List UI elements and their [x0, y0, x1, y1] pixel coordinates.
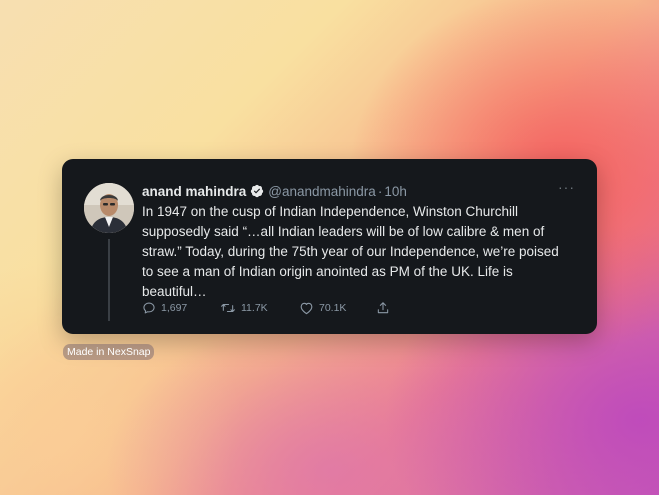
avatar[interactable]	[84, 183, 134, 233]
retweet-icon	[221, 303, 235, 313]
avatar-image	[84, 183, 134, 233]
like-count: 70.1K	[319, 302, 347, 314]
author-name[interactable]: anand mahindra	[142, 184, 246, 199]
tweet-time[interactable]: 10h	[384, 184, 407, 199]
share-button[interactable]	[376, 301, 395, 315]
retweet-count: 11.7K	[241, 302, 268, 314]
reply-button[interactable]: 1,697	[142, 301, 220, 315]
tweet-actions: 1,697 11.7K 70.1K	[142, 299, 395, 317]
more-icon[interactable]: ···	[558, 179, 575, 195]
tweet-header: anand mahindra @anandmahindra · 10h	[142, 181, 572, 201]
share-icon	[377, 302, 389, 314]
watermark-badge: Made in NexSnap	[63, 344, 155, 360]
reply-icon	[143, 302, 155, 314]
like-icon	[300, 302, 313, 315]
reply-count: 1,697	[161, 302, 188, 314]
tweet-card: anand mahindra @anandmahindra · 10h ··· …	[62, 159, 597, 334]
thread-line	[108, 239, 110, 321]
separator-dot: ·	[377, 183, 383, 199]
like-button[interactable]: 70.1K	[299, 301, 376, 315]
retweet-button[interactable]: 11.7K	[220, 301, 299, 315]
verified-badge-icon	[250, 184, 264, 198]
author-handle[interactable]: @anandmahindra	[268, 184, 376, 199]
tweet-text: In 1947 on the cusp of Indian Independen…	[142, 204, 559, 299]
